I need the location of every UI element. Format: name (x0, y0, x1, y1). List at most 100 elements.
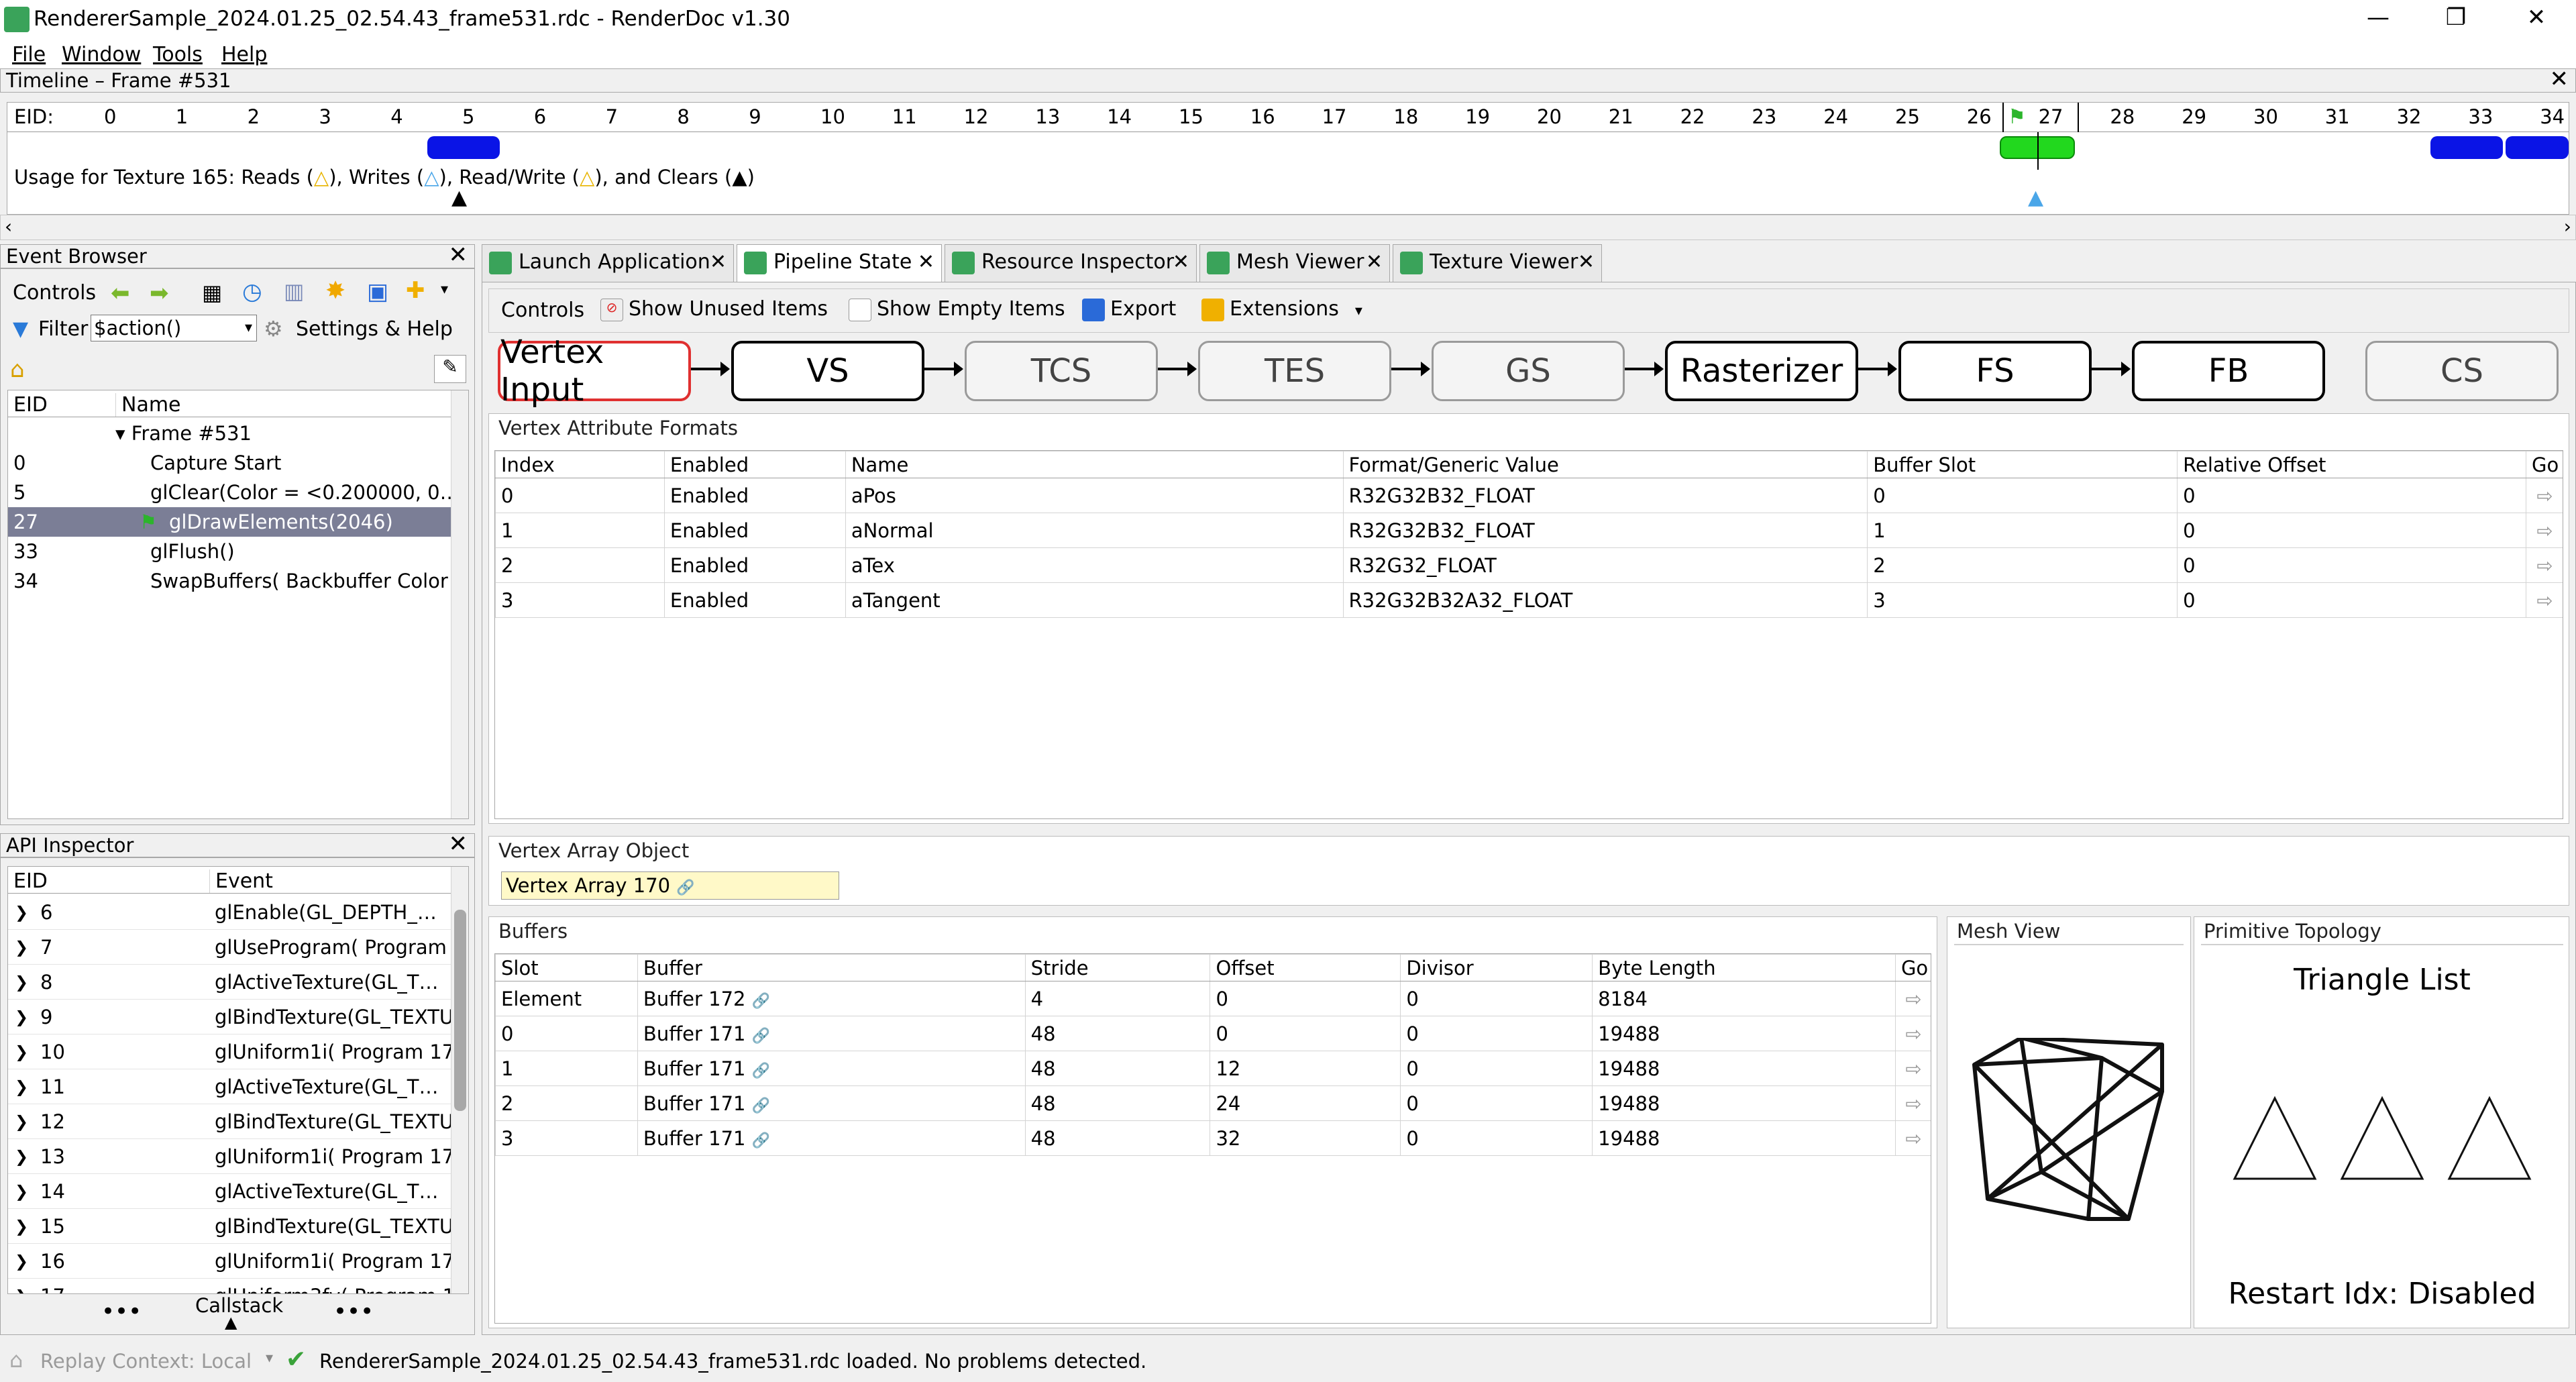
timeline-tick[interactable]: 30 (2253, 105, 2278, 128)
table-row[interactable]: 2 Enabled aTex R32G32_FLOAT 2 0 ⇨ (495, 547, 2563, 583)
api-row[interactable]: ❯ 8 glActiveTexture(GL_T… (8, 965, 451, 1000)
timeline-tick[interactable]: 0 (104, 105, 116, 128)
stage-gs[interactable]: GS (1432, 341, 1625, 401)
col-header[interactable]: Format/Generic Value (1342, 451, 1868, 478)
col-header[interactable]: Offset (1210, 954, 1401, 981)
timeline-tick[interactable]: 4 (390, 105, 402, 128)
col-header[interactable]: Name (845, 451, 1344, 478)
timeline-tick[interactable]: 12 (964, 105, 989, 128)
menu-help[interactable]: Help (221, 43, 267, 66)
event-tree-scrollbar[interactable] (451, 390, 468, 818)
timeline-tick[interactable]: 32 (2397, 105, 2422, 128)
timeline-tick[interactable]: 19 (1465, 105, 1490, 128)
api-row[interactable]: ❯ 16 glUniform1i( Program 17 (8, 1244, 451, 1279)
table-row[interactable]: 0 Enabled aPos R32G32B32_FLOAT 0 0 ⇨ (495, 478, 2563, 513)
col-header[interactable]: Buffer Slot (1867, 451, 2178, 478)
callstack-expand-icon[interactable]: ▲ (225, 1313, 237, 1332)
resource-link-icon[interactable]: 🔗 (752, 993, 770, 1010)
stage-rasterizer[interactable]: Rasterizer (1665, 341, 1858, 401)
timeline-tick[interactable]: 15 (1179, 105, 1203, 128)
expand-chevron-icon[interactable]: ❯ (15, 930, 28, 964)
timeline-tick[interactable]: 2 (248, 105, 260, 128)
api-row[interactable]: ❯ 13 glUniform1i( Program 17 (8, 1139, 451, 1174)
col-header[interactable]: Index (495, 451, 665, 478)
col-header[interactable]: Enabled (663, 451, 846, 478)
go-arrow-icon[interactable]: ⇨ (1894, 1051, 1931, 1086)
timeline-tick[interactable]: 8 (677, 105, 689, 128)
event-row[interactable]: 5 glClear(Color = <0.200000, 0… (8, 478, 451, 507)
gear-icon[interactable]: ⚙ (264, 316, 283, 341)
timeline-tick[interactable]: 28 (2110, 105, 2135, 128)
table-row[interactable]: 0 Buffer 171 🔗 48 0 0 19488 ⇨ (495, 1016, 1931, 1051)
timeline-bar-eid34[interactable] (2506, 136, 2569, 159)
event-row[interactable]: 27 ⚑ glDrawElements(2046) (8, 507, 451, 537)
timeline-tick[interactable]: 24 (1823, 105, 1848, 128)
menu-tools[interactable]: Tools (153, 43, 203, 66)
timeline-tick[interactable]: 22 (1680, 105, 1705, 128)
replay-context-label[interactable]: Replay Context: Local (40, 1350, 252, 1373)
stage-tes[interactable]: TES (1198, 341, 1391, 401)
table-row[interactable]: 1 Enabled aNormal R32G32B32_FLOAT 1 0 ⇨ (495, 513, 2563, 548)
timeline-tick[interactable]: 33 (2468, 105, 2493, 128)
home-icon[interactable]: ⌂ (10, 356, 25, 383)
api-row[interactable]: ❯ 12 glBindTexture(GL_TEXTU (8, 1104, 451, 1139)
expand-chevron-icon[interactable]: ❯ (15, 965, 28, 999)
table-row[interactable]: 1 Buffer 171 🔗 48 12 0 19488 ⇨ (495, 1051, 1931, 1086)
go-arrow-icon[interactable]: ⇨ (1894, 1085, 1931, 1121)
col-header[interactable]: Divisor (1400, 954, 1593, 981)
timeline-tick[interactable]: 25 (1895, 105, 1920, 128)
col-header[interactable]: Relative Offset (2177, 451, 2526, 478)
api-row[interactable]: ❯ 15 glBindTexture(GL_TEXTU (8, 1209, 451, 1244)
timeline-tick[interactable]: 21 (1609, 105, 1633, 128)
restore-icon[interactable]: ❐ (2432, 4, 2479, 31)
stage-vs[interactable]: VS (731, 341, 924, 401)
expand-chevron-icon[interactable]: ❯ (15, 895, 28, 929)
timeline-tick[interactable]: 16 (1250, 105, 1275, 128)
mesh-wireframe-preview[interactable] (1968, 1038, 2169, 1239)
col-header[interactable]: Stride (1024, 954, 1211, 981)
tab-texture-viewer[interactable]: Texture Viewer ✕ (1393, 244, 1602, 282)
timeline-tick[interactable]: 23 (1752, 105, 1776, 128)
event-row[interactable]: 34 SwapBuffers( Backbuffer Color (8, 566, 451, 596)
close-tab-icon[interactable]: ✕ (710, 245, 727, 280)
chevron-down-icon[interactable]: ▾ (441, 281, 448, 298)
expand-chevron-icon[interactable]: ❯ (15, 1174, 28, 1208)
timeline-tick[interactable]: 6 (534, 105, 546, 128)
expand-chevron-icon[interactable]: ❯ (15, 1069, 28, 1104)
splitter-dots-left-icon[interactable]: ••• (101, 1298, 142, 1325)
timeline-tick[interactable]: 17 (1322, 105, 1347, 128)
table-row[interactable]: Element Buffer 172 🔗 4 0 0 8184 ⇨ (495, 981, 1931, 1016)
tab-pipeline-state[interactable]: Pipeline State ✕ (737, 244, 942, 284)
timeline-bar-eid5[interactable] (427, 136, 500, 159)
expand-chevron-icon[interactable]: ❯ (15, 1279, 28, 1293)
scroll-left-icon[interactable]: ‹ (5, 215, 12, 237)
callstack-label[interactable]: Callstack (195, 1294, 283, 1317)
splitter-dots-right-icon[interactable]: ••• (333, 1298, 374, 1325)
timeline-tick[interactable]: 14 (1107, 105, 1132, 128)
export-button[interactable]: Export (1082, 297, 1176, 321)
stage-vertex-input[interactable]: Vertex Input (498, 333, 691, 409)
timeline-tick[interactable]: 13 (1035, 105, 1060, 128)
timeline-panel[interactable]: EID: 0 1 2 3 4 5 6 7 8 9 10 11 12 13 14 15 16 17 18 19 20 21 2… (7, 102, 2569, 215)
resource-link-icon[interactable]: 🔗 (752, 1132, 770, 1149)
go-arrow-icon[interactable]: ⇨ (2525, 582, 2563, 618)
api-event-list[interactable]: EID Event ❯ 6 glEnable(GL_DEPTH_… ❯ 7 glUsePr… (7, 866, 469, 1294)
edit-bookmark-icon[interactable]: ✎ (434, 355, 466, 383)
api-scroll-thumb[interactable] (454, 910, 466, 1111)
timeline-tick[interactable]: 20 (1537, 105, 1562, 128)
api-row[interactable]: ❯ 14 glActiveTexture(GL_T… (8, 1174, 451, 1209)
event-tree[interactable]: EID Name ▾ Frame #531 0 Capture Start 5 glC… (7, 390, 469, 819)
col-header[interactable]: Slot (495, 954, 638, 981)
resource-link-icon[interactable]: 🔗 (752, 1098, 770, 1114)
api-list-scrollbar[interactable] (451, 867, 468, 1293)
stage-fs[interactable]: FS (1898, 341, 2092, 401)
col-header[interactable]: Go (1894, 954, 1931, 981)
go-arrow-icon[interactable]: ⇨ (2525, 547, 2563, 583)
expand-chevron-icon[interactable]: ❯ (15, 1139, 28, 1173)
next-event-icon[interactable]: ➡ (150, 280, 169, 307)
resource-link-icon[interactable]: 🔗 (752, 1028, 770, 1045)
expand-chevron-icon[interactable]: ❯ (15, 1104, 28, 1138)
go-arrow-icon[interactable]: ⇨ (2525, 513, 2563, 548)
scroll-right-icon[interactable]: › (2564, 215, 2571, 237)
timeline-tick[interactable]: 18 (1393, 105, 1418, 128)
